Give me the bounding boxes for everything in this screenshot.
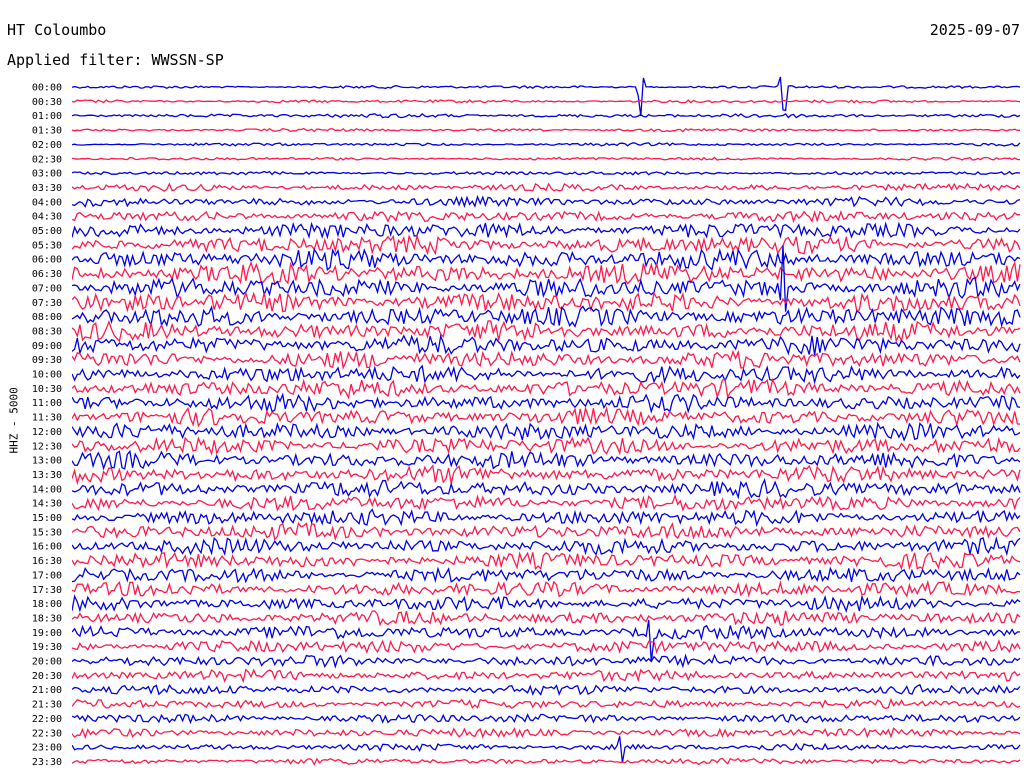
time-label-0430: 04:30 <box>32 212 62 223</box>
trace-row-0430 <box>72 210 1021 224</box>
trace-row-1900 <box>72 619 1021 662</box>
trace-row-0630 <box>72 260 1021 286</box>
time-label-1200: 12:00 <box>32 427 62 438</box>
time-label-1400: 14:00 <box>32 484 62 495</box>
trace-row-2300 <box>72 736 1021 763</box>
trace-row-0030 <box>72 99 1021 104</box>
trace-row-2200 <box>72 713 1021 725</box>
time-label-2100: 21:00 <box>32 685 62 696</box>
time-label-0230: 02:30 <box>32 154 62 165</box>
trace-row-1330 <box>72 464 1021 486</box>
time-label-0730: 07:30 <box>32 298 62 309</box>
trace-row-1000 <box>72 364 1021 385</box>
time-label-1230: 12:30 <box>32 441 62 452</box>
helicorder-plot: 00:00 00:30 01:00 01:30 02:00 02:30 03:00 03:30… <box>32 76 1021 768</box>
time-label-1930: 19:30 <box>32 642 62 653</box>
trace-row-2030 <box>72 668 1021 684</box>
trace-row-1930 <box>72 638 1021 654</box>
trace-row-1530 <box>72 521 1021 541</box>
trace-row-1600 <box>72 536 1021 557</box>
time-label-2030: 20:30 <box>32 671 62 682</box>
trace-row-1200 <box>72 421 1021 442</box>
trace-row-1630 <box>72 551 1021 571</box>
trace-row-1730 <box>72 579 1021 598</box>
time-label-0800: 08:00 <box>32 312 62 323</box>
trace-row-2230 <box>72 727 1021 740</box>
trace-row-2330 <box>72 757 1021 766</box>
trace-row-0930 <box>72 349 1021 371</box>
time-label-0330: 03:30 <box>32 183 62 194</box>
time-label-0830: 08:30 <box>32 326 62 337</box>
trace-row-0500 <box>72 221 1021 240</box>
time-label-1730: 17:30 <box>32 585 62 596</box>
time-label-1030: 10:30 <box>32 384 62 395</box>
trace-row-1030 <box>72 378 1021 400</box>
time-label-0900: 09:00 <box>32 341 62 352</box>
time-label-1630: 16:30 <box>32 556 62 567</box>
time-label-0630: 06:30 <box>32 269 62 280</box>
time-label-0100: 01:00 <box>32 111 62 122</box>
trace-row-1230 <box>72 436 1021 456</box>
trace-row-0130 <box>72 127 1021 133</box>
trace-row-1800 <box>72 594 1021 613</box>
trace-row-0900 <box>72 333 1021 356</box>
trace-row-2100 <box>72 683 1021 697</box>
trace-row-1700 <box>72 566 1021 584</box>
time-label-1500: 15:00 <box>32 513 62 524</box>
time-label-2130: 21:30 <box>32 700 62 711</box>
trace-row-2000 <box>72 653 1021 669</box>
time-label-0300: 03:00 <box>32 169 62 180</box>
trace-row-0100 <box>72 113 1021 119</box>
trace-row-1500 <box>72 508 1021 527</box>
time-label-0400: 04:00 <box>32 197 62 208</box>
time-label-1700: 17:00 <box>32 570 62 581</box>
time-label-2000: 20:00 <box>32 657 62 668</box>
trace-row-0200 <box>72 142 1021 147</box>
time-label-2200: 22:00 <box>32 714 62 725</box>
trace-row-0730 <box>72 290 1021 313</box>
time-label-2230: 22:30 <box>32 728 62 739</box>
trace-row-0000 <box>72 76 1021 117</box>
time-label-0030: 00:30 <box>32 97 62 108</box>
time-label-0500: 05:00 <box>32 226 62 237</box>
time-label-0930: 09:30 <box>32 355 62 366</box>
trace-row-0300 <box>72 170 1021 176</box>
time-label-0700: 07:00 <box>32 283 62 294</box>
time-label-1130: 11:30 <box>32 413 62 424</box>
time-label-1600: 16:00 <box>32 542 62 553</box>
trace-row-1430 <box>72 493 1021 512</box>
time-label-1100: 11:00 <box>32 398 62 409</box>
trace-row-2130 <box>72 697 1021 710</box>
trace-row-1100 <box>72 392 1021 414</box>
time-label-0600: 06:00 <box>32 255 62 266</box>
time-label-1430: 14:30 <box>32 499 62 510</box>
time-label-1000: 10:00 <box>32 370 62 381</box>
time-label-0130: 01:30 <box>32 126 62 137</box>
seismic-traces <box>72 76 1021 766</box>
time-label-1530: 15:30 <box>32 527 62 538</box>
time-label-2300: 23:00 <box>32 743 62 754</box>
trace-row-0600 <box>72 247 1021 271</box>
time-label-1900: 19:00 <box>32 628 62 639</box>
trace-row-0400 <box>72 194 1021 209</box>
trace-row-0830 <box>72 320 1021 344</box>
trace-row-1830 <box>72 610 1021 627</box>
time-label-1830: 18:30 <box>32 613 62 624</box>
time-tick-labels: 00:00 00:30 01:00 01:30 02:00 02:30 03:00 03:30… <box>32 83 62 768</box>
trace-row-0230 <box>72 156 1021 161</box>
trace-row-0330 <box>72 182 1021 192</box>
trace-row-0530 <box>72 233 1021 256</box>
time-label-2330: 23:30 <box>32 757 62 768</box>
time-label-1330: 13:30 <box>32 470 62 481</box>
time-label-0530: 05:30 <box>32 240 62 251</box>
time-label-1800: 18:00 <box>32 599 62 610</box>
time-label-0000: 00:00 <box>32 83 62 94</box>
time-label-1300: 13:00 <box>32 456 62 467</box>
time-label-0200: 02:00 <box>32 140 62 151</box>
trace-row-1400 <box>72 477 1021 500</box>
